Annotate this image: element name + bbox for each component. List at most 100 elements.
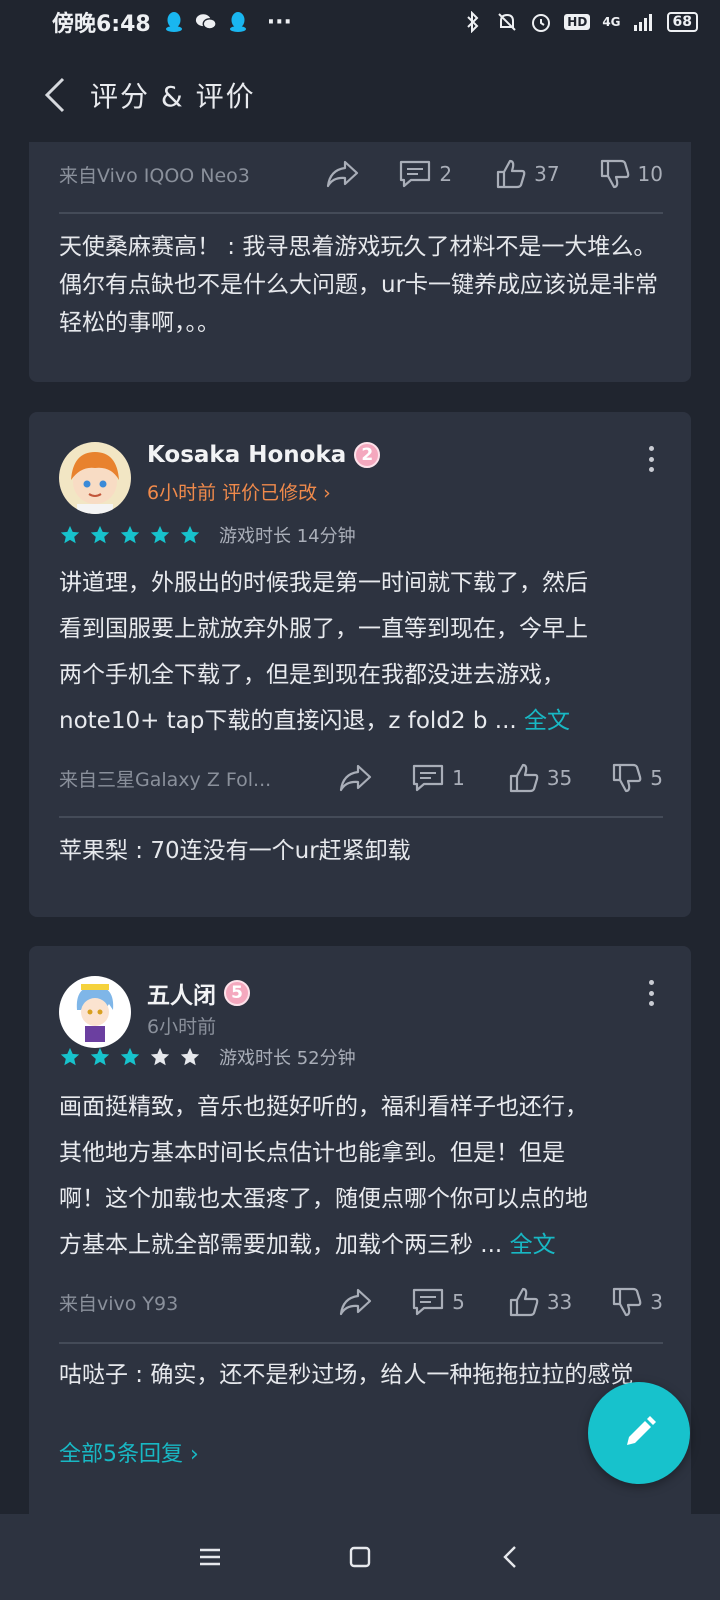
full-text-link[interactable]: 全文 (524, 708, 570, 734)
play-time: 游戏时长 14分钟 (219, 526, 356, 547)
dislike-button[interactable]: 5 (612, 763, 663, 793)
back-nav-button[interactable] (490, 1537, 530, 1577)
back-button[interactable] (20, 60, 90, 130)
full-text-link[interactable]: 全文 (510, 1232, 556, 1258)
username[interactable]: Kosaka Honoka 2 (147, 442, 381, 468)
home-nav-button[interactable] (340, 1537, 380, 1577)
thumbs-up-icon (496, 159, 526, 189)
device-label: 来自vivo Y93 (59, 1292, 179, 1315)
username-text: Kosaka Honoka (147, 442, 347, 468)
comment-button[interactable]: 2 (399, 159, 452, 189)
battery-indicator: 68 (666, 12, 698, 32)
review-body[interactable]: 讲道理，外服出的时候我是第一时间就下载了，然后 看到国服要上就放弃外服了，一直等… (59, 560, 663, 744)
review-line: 讲道理，外服出的时候我是第一时间就下载了，然后 (59, 570, 588, 596)
dislike-button[interactable]: 10 (600, 159, 663, 189)
username[interactable]: 五人闭 5 (147, 976, 250, 1010)
status-right: HD 4G 68 (462, 11, 698, 33)
home-square-icon (349, 1546, 371, 1568)
review-actions: 来自Vivo IQOO Neo3 2 37 10 (59, 154, 663, 194)
play-time: 游戏时长 52分钟 (219, 1048, 356, 1069)
level-badge: 2 (354, 442, 381, 468)
star-empty-icon (150, 1047, 170, 1066)
more-options-button[interactable] (641, 976, 661, 1010)
review-actions: 来自三星Galaxy Z Fol... 1 35 5 (59, 758, 663, 798)
star-filled-icon (60, 525, 80, 544)
comment-icon (400, 160, 431, 188)
like-button[interactable]: 33 (509, 1287, 572, 1317)
page-title: 评分 & 评价 (90, 80, 256, 113)
wechat-icon (195, 11, 217, 33)
chevron-left-icon (44, 77, 65, 113)
review-actions: 来自vivo Y93 5 33 3 (59, 1282, 663, 1322)
comment-icon (412, 1288, 444, 1316)
signal-icon (633, 11, 655, 33)
review-line: 看到国服要上就放弃外服了，一直等到现在，今早上 (59, 616, 588, 642)
share-button[interactable] (325, 159, 359, 189)
review-line: 其他地方基本时间长点估计也能拿到。但是！但是 (59, 1140, 565, 1166)
hd-icon: HD (564, 14, 591, 30)
share-button[interactable] (338, 763, 372, 793)
comment-count: 2 (439, 162, 453, 186)
reply-text[interactable]: 咕哒子 : 确实，还不是秒过场，给人一种拖拖拉拉的感觉 (59, 1356, 663, 1394)
star-filled-icon (180, 525, 200, 544)
star-filled-icon (90, 525, 110, 544)
write-review-button[interactable] (588, 1382, 690, 1484)
dislike-count: 3 (650, 1290, 663, 1314)
app-header: 评分 & 评价 (0, 60, 720, 130)
star-filled-icon (120, 525, 140, 544)
share-icon (339, 1288, 372, 1316)
dislike-count: 5 (650, 766, 663, 790)
comment-count: 5 (452, 1290, 465, 1314)
menu-nav-button[interactable] (190, 1537, 230, 1577)
like-count: 33 (546, 1290, 573, 1314)
review-line: 方基本上就全部需要加载，加载个两三秒 ... 全文 (59, 1232, 556, 1258)
share-icon (327, 160, 359, 188)
more-options-button[interactable] (641, 442, 661, 476)
like-button[interactable]: 35 (509, 763, 572, 793)
network-type: 4G (602, 15, 621, 29)
reply-text[interactable]: 天使桑麻赛高！ : 我寻思着游戏玩久了材料不是一大堆么。偶尔有点缺也不是什么大问… (59, 228, 663, 342)
star-filled-icon (120, 1047, 140, 1066)
comment-count: 1 (452, 766, 465, 790)
device-label: 来自Vivo IQOO Neo3 (59, 164, 250, 187)
star-filled-icon (90, 1047, 110, 1066)
pencil-icon (627, 1416, 656, 1445)
rating-stars: 游戏时长 52分钟 (59, 1044, 356, 1070)
system-nav-bar (0, 1514, 720, 1600)
more-notifications-icon: ··· (266, 9, 292, 35)
divider (59, 816, 663, 818)
all-replies-link[interactable]: 全部5条回复 › (59, 1436, 199, 1468)
dislike-button[interactable]: 3 (612, 1287, 663, 1317)
thumbs-up-icon (509, 763, 539, 793)
mute-bell-icon (496, 11, 518, 33)
divider (59, 212, 663, 214)
like-count: 35 (546, 766, 573, 790)
notification-icons: ··· (163, 10, 292, 35)
review-line: note10+ tap下载的直接闪退，z fold2 b ... 全文 (59, 708, 571, 734)
review-meta[interactable]: 6小时前 评价已修改 › (147, 478, 331, 505)
menu-icon (200, 1548, 220, 1566)
share-button[interactable] (338, 1287, 372, 1317)
comment-icon (412, 764, 444, 792)
review-card-partial: 来自Vivo IQOO Neo3 2 37 10 天使桑麻赛高！ : 我寻思着游… (29, 142, 691, 382)
like-button[interactable]: 37 (496, 159, 560, 189)
review-line: 画面挺精致，音乐也挺好听的，福利看样子也还行， (59, 1094, 588, 1120)
comment-button[interactable]: 5 (412, 1287, 465, 1317)
thumbs-down-icon (613, 763, 642, 793)
review-card: Kosaka Honoka 2 6小时前 评价已修改 › 游戏时长 14分钟 讲… (29, 412, 691, 917)
avatar[interactable] (59, 976, 131, 1048)
review-body[interactable]: 画面挺精致，音乐也挺好听的，福利看样子也还行， 其他地方基本时间长点估计也能拿到… (59, 1084, 663, 1268)
review-line: 啊！这个加载也太蛋疼了，随便点哪个你可以点的地 (59, 1186, 588, 1212)
dislike-count: 10 (637, 162, 663, 186)
star-filled-icon (150, 525, 170, 544)
comment-button[interactable]: 1 (412, 763, 465, 793)
thumbs-down-icon (613, 1287, 642, 1317)
star-empty-icon (180, 1047, 200, 1066)
review-meta: 6小时前 (147, 1016, 217, 1038)
avatar[interactable] (59, 442, 131, 514)
qq-icon (163, 11, 185, 33)
reply-text[interactable]: 苹果梨 : 70连没有一个ur赶紧卸载 (59, 832, 663, 870)
device-label: 来自三星Galaxy Z Fol... (59, 768, 272, 791)
thumbs-up-icon (509, 1287, 539, 1317)
star-filled-icon (60, 1047, 80, 1066)
